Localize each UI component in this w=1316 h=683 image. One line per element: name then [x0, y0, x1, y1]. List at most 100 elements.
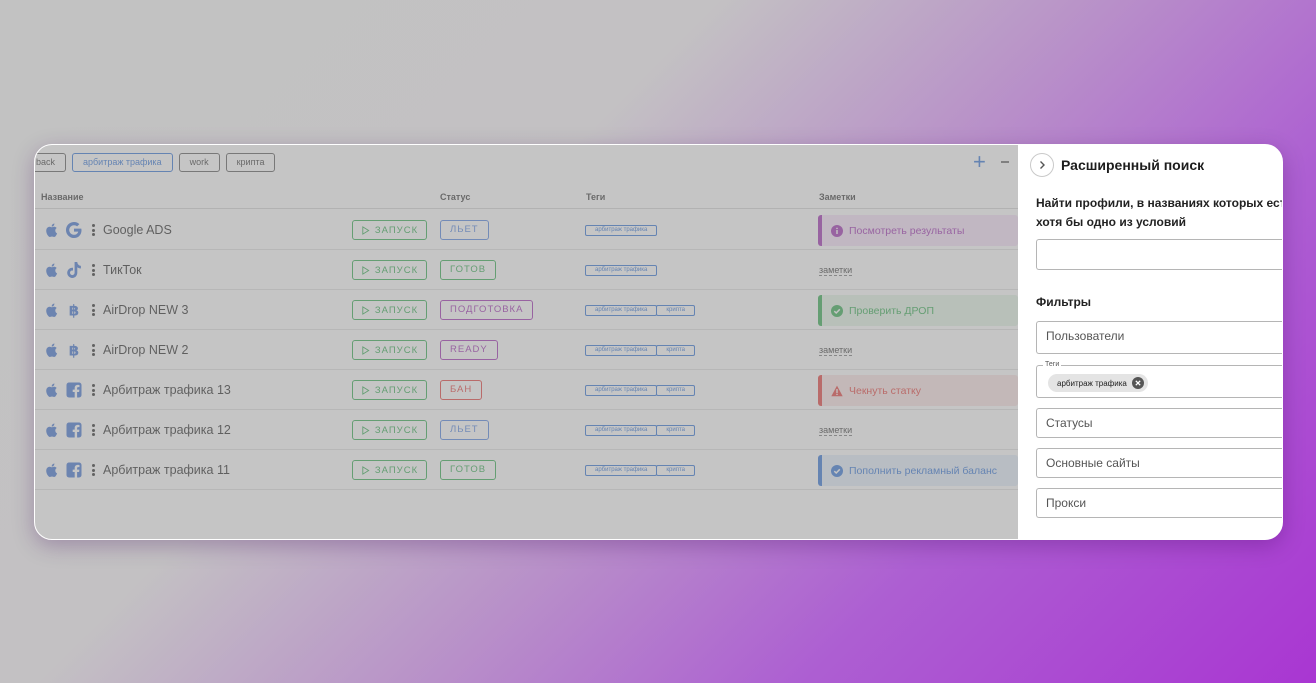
- status-badge[interactable]: ПОДГОТОВКА: [440, 300, 534, 320]
- note-callout[interactable]: Посмотреть результаты: [818, 215, 1018, 246]
- kebab-menu-icon[interactable]: [92, 384, 95, 396]
- kebab-menu-icon[interactable]: [92, 264, 95, 276]
- tag-badge[interactable]: крипта: [656, 345, 695, 356]
- facebook-icon: [66, 382, 82, 398]
- launch-button[interactable]: ЗАПУСК: [352, 220, 427, 240]
- filter-chip[interactable]: work: [178, 153, 220, 172]
- launch-button[interactable]: ЗАПУСК: [352, 380, 427, 400]
- sites-select[interactable]: Основные сайты: [1036, 448, 1282, 478]
- profile-name[interactable]: AirDrop NEW 3: [103, 303, 188, 317]
- filters-title: Фильтры: [1036, 295, 1092, 309]
- tags-cell: арбитраж трафика крипта: [585, 425, 695, 436]
- toolbar-divider: [1001, 161, 1009, 163]
- launch-button[interactable]: ЗАПУСК: [352, 340, 427, 360]
- add-profile-button[interactable]: +: [973, 149, 986, 175]
- launch-label: ЗАПУСК: [374, 304, 419, 316]
- status-badge[interactable]: ЛЬЕТ: [440, 220, 489, 240]
- check-circle-icon: [831, 304, 843, 317]
- kebab-menu-icon[interactable]: [92, 424, 95, 436]
- remove-tag-icon[interactable]: [1131, 377, 1144, 389]
- tag-badge[interactable]: крипта: [656, 465, 695, 476]
- check-circle-icon: [831, 464, 843, 477]
- name-search-input[interactable]: [1036, 239, 1282, 270]
- google-icon: [66, 222, 82, 238]
- tag-badge[interactable]: арбитраж трафика: [585, 225, 658, 236]
- note-callout[interactable]: Пополнить рекламный баланс: [818, 455, 1018, 486]
- apple-icon: [44, 462, 60, 478]
- profile-name[interactable]: AirDrop NEW 2: [103, 343, 188, 357]
- launch-button[interactable]: ЗАПУСК: [352, 460, 427, 480]
- filter-chip[interactable]: арбитраж трафика: [72, 153, 173, 172]
- add-note-link[interactable]: заметки: [819, 425, 853, 436]
- launch-label: ЗАПУСК: [374, 464, 419, 476]
- status-badge[interactable]: READY: [440, 340, 498, 360]
- profile-name[interactable]: Арбитраж трафика 13: [103, 383, 231, 397]
- status-badge[interactable]: ЛЬЕТ: [440, 420, 489, 440]
- profile-name[interactable]: ТикТок: [103, 263, 142, 277]
- add-note-link[interactable]: заметки: [819, 345, 853, 356]
- tag-badge[interactable]: крипта: [656, 305, 695, 316]
- profile-name[interactable]: Google ADS: [103, 223, 172, 237]
- apple-icon: [44, 302, 60, 318]
- header-status: Статус: [440, 192, 471, 202]
- tags-select[interactable]: Теги арбитраж трафика: [1036, 360, 1282, 398]
- tags-cell: арбитраж трафика крипта: [585, 465, 695, 476]
- profile-name[interactable]: Арбитраж трафика 12: [103, 423, 231, 437]
- facebook-icon: [66, 462, 82, 478]
- collapse-panel-button[interactable]: [1030, 153, 1054, 177]
- status-badge[interactable]: БАН: [440, 380, 483, 400]
- launch-label: ЗАПУСК: [374, 344, 419, 356]
- note-callout[interactable]: Чекнуть статку: [818, 375, 1018, 406]
- table-row[interactable]: ฿ AirDrop NEW 2 ЗАПУСК READY арбитраж трафик…: [35, 330, 1018, 370]
- tag-filter-bar: back арбитраж трафика work крипта: [35, 153, 276, 173]
- statuses-select[interactable]: Статусы: [1036, 408, 1282, 438]
- profiles-table-area: back арбитраж трафика work крипта + Названи…: [35, 145, 1018, 539]
- tag-badge[interactable]: арбитраж трафика: [585, 465, 658, 476]
- panel-title: Расширенный поиск: [1061, 157, 1205, 173]
- table-row[interactable]: Арбитраж трафика 12 ЗАПУСК ЛЬЕТ арбитраж тр…: [35, 410, 1018, 450]
- header-name: Название: [41, 192, 84, 202]
- apple-icon: [44, 222, 60, 238]
- apple-icon: [44, 422, 60, 438]
- facebook-icon: [66, 422, 82, 438]
- users-select[interactable]: Пользователи: [1036, 321, 1282, 354]
- kebab-menu-icon[interactable]: [92, 304, 95, 316]
- play-icon: [362, 345, 370, 355]
- note-callout[interactable]: Проверить ДРОП: [818, 295, 1018, 326]
- note-text: Пополнить рекламный баланс: [849, 464, 997, 477]
- table-row[interactable]: Арбитраж трафика 11 ЗАПУСК ГОТОВ арбитраж т…: [35, 450, 1018, 490]
- info-icon: [831, 224, 843, 237]
- add-note-link[interactable]: заметки: [819, 265, 853, 276]
- tag-badge[interactable]: арбитраж трафика: [585, 345, 658, 356]
- kebab-menu-icon[interactable]: [92, 344, 95, 356]
- tag-badge[interactable]: крипта: [656, 425, 695, 436]
- filter-chip[interactable]: back: [35, 153, 67, 172]
- apple-icon: [44, 342, 60, 358]
- table-row[interactable]: Google ADS ЗАПУСК ЛЬЕТ арбитраж трафика Посм…: [35, 210, 1018, 250]
- launch-button[interactable]: ЗАПУСК: [352, 300, 427, 320]
- status-badge[interactable]: ГОТОВ: [440, 460, 497, 480]
- table-row[interactable]: Арбитраж трафика 13 ЗАПУСК БАН арбитраж тра…: [35, 370, 1018, 410]
- tags-cell: арбитраж трафика крипта: [585, 345, 695, 356]
- profile-name[interactable]: Арбитраж трафика 11: [103, 463, 230, 477]
- filter-chip[interactable]: крипта: [225, 153, 276, 172]
- header-tags: Теги: [586, 192, 606, 202]
- launch-button[interactable]: ЗАПУСК: [352, 260, 427, 280]
- status-badge[interactable]: ГОТОВ: [440, 260, 497, 280]
- play-icon: [362, 225, 370, 235]
- table-row[interactable]: ฿ AirDrop NEW 3 ЗАПУСК ПОДГОТОВКА арбитраж т…: [35, 290, 1018, 330]
- play-icon: [362, 305, 370, 315]
- tag-badge[interactable]: арбитраж трафика: [585, 305, 658, 316]
- launch-label: ЗАПУСК: [374, 384, 419, 396]
- tag-badge[interactable]: арбитраж трафика: [585, 385, 658, 396]
- table-row[interactable]: ТикТок ЗАПУСК ГОТОВ арбитраж трафика заметки: [35, 250, 1018, 290]
- tag-badge[interactable]: крипта: [656, 385, 695, 396]
- users-placeholder: Пользователи: [1046, 329, 1125, 343]
- tag-badge[interactable]: арбитраж трафика: [585, 425, 658, 436]
- kebab-menu-icon[interactable]: [92, 464, 95, 476]
- kebab-menu-icon[interactable]: [92, 224, 95, 236]
- play-icon: [362, 385, 370, 395]
- launch-button[interactable]: ЗАПУСК: [352, 420, 427, 440]
- tag-badge[interactable]: арбитраж трафика: [585, 265, 658, 276]
- proxy-select[interactable]: Прокси: [1036, 488, 1282, 518]
